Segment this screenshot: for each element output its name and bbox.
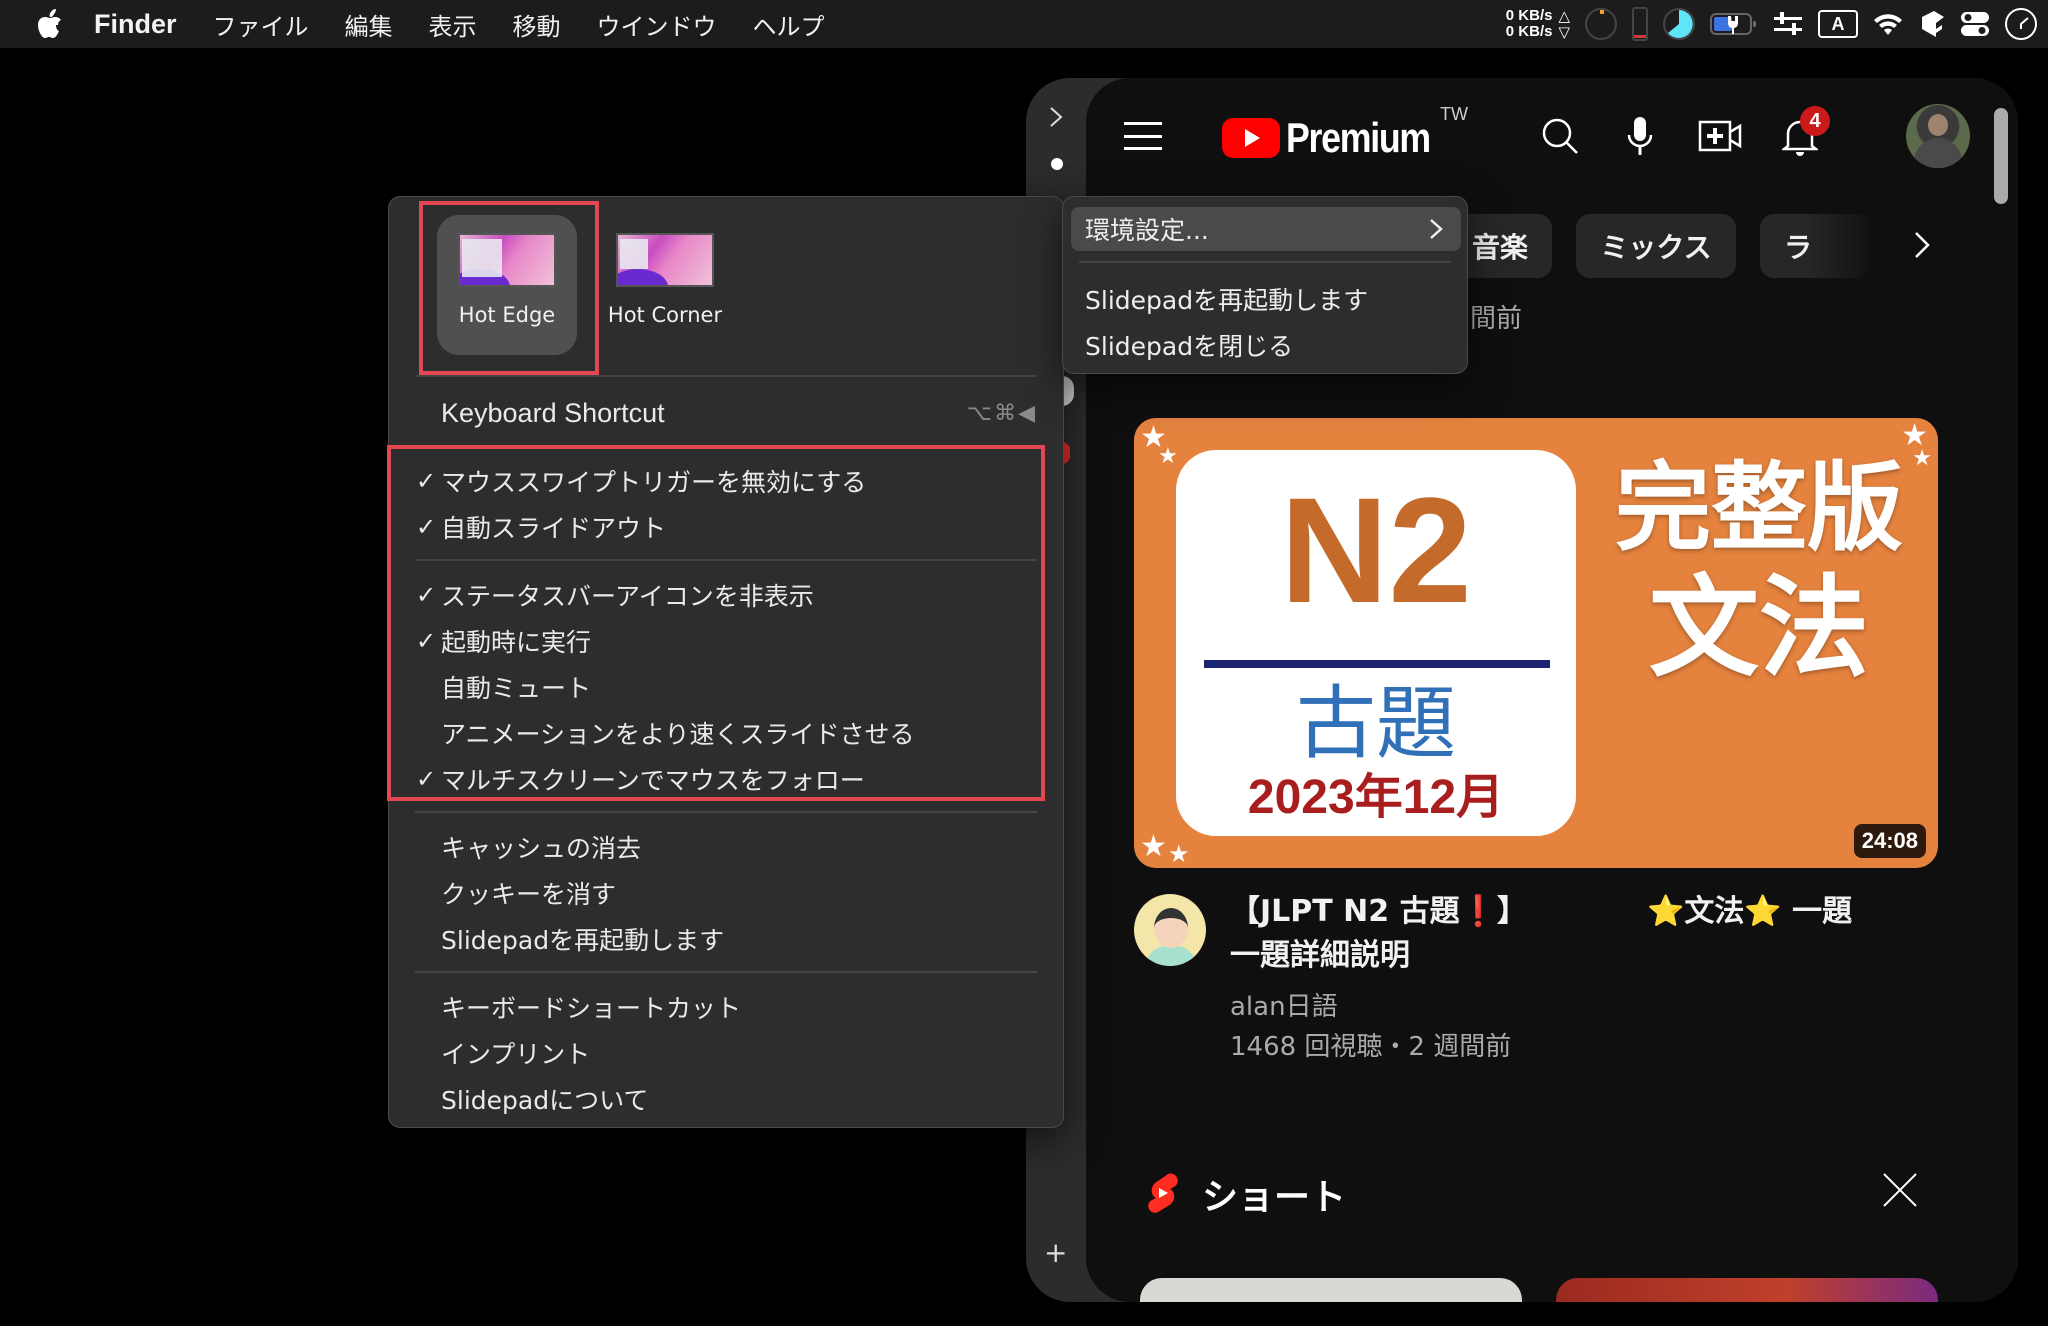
slidepad-context-menu: 環境設定... Slidepadを再起動します Slidepadを閉じる xyxy=(1062,196,1468,374)
separator xyxy=(415,559,1037,561)
menu-help[interactable]: ヘルプ xyxy=(753,7,825,42)
battery-charging-icon[interactable] xyxy=(1710,10,1758,38)
wifi-icon[interactable] xyxy=(1872,11,1904,37)
checkmark-icon: ✓ xyxy=(415,513,437,541)
channel-avatar[interactable] xyxy=(1134,894,1206,966)
create-video-icon[interactable] xyxy=(1696,112,1744,160)
channel-name[interactable]: alan日語 xyxy=(1230,986,1338,1023)
menu-item-clear-cookies[interactable]: クッキーを消す xyxy=(409,871,1043,915)
shorts-label: ショート xyxy=(1202,1177,1347,1218)
checkmark-icon: ✓ xyxy=(415,467,437,495)
net-down-speed: 0 KB/s xyxy=(1505,23,1553,40)
video-thumbnail[interactable]: ★ ★ ★ ★ ★ ★ N2 古題 2023年12月 完整版 文法 24:08 xyxy=(1134,418,1938,868)
menu-item-auto-mute[interactable]: 自動ミュート xyxy=(409,665,1043,709)
thumbnail-card: N2 古題 2023年12月 xyxy=(1176,450,1576,836)
youtube-header: Premium TW 4 xyxy=(1086,78,2018,204)
input-source-icon[interactable]: A xyxy=(1818,10,1858,38)
user-avatar[interactable] xyxy=(1906,104,1970,168)
net-arrows-icon: △ ▽ xyxy=(1558,7,1570,41)
video-duration: 24:08 xyxy=(1853,824,1926,858)
menu-edit[interactable]: 編集 xyxy=(345,7,393,42)
apple-menu-icon[interactable] xyxy=(36,9,64,38)
menu-item-about-slidepad[interactable]: Slidepadについて xyxy=(409,1077,1043,1121)
collapse-chevron-icon[interactable] xyxy=(1048,106,1064,128)
menu-item-faster-animation[interactable]: アニメーションをより速くスライドさせる xyxy=(409,711,1043,755)
partial-video-meta: 間前 xyxy=(1470,304,1523,334)
menu-go[interactable]: 移動 xyxy=(513,7,561,42)
menu-view[interactable]: 表示 xyxy=(429,7,477,42)
memory-bar-icon[interactable] xyxy=(1632,7,1648,41)
menu-item-launch-at-login[interactable]: ✓ 起動時に実行 xyxy=(409,619,1043,663)
menu-item-restart-slidepad[interactable]: Slidepadを再起動します xyxy=(409,917,1043,961)
control-center-icon[interactable] xyxy=(1960,11,1990,37)
net-up-speed: 0 KB/s xyxy=(1505,7,1553,24)
separator xyxy=(1079,261,1451,263)
checkmark-icon: ✓ xyxy=(415,627,437,655)
thumbnail-subtitle: 古題 xyxy=(1296,677,1456,770)
chip-mix[interactable]: ミックス xyxy=(1576,214,1736,278)
checkmark-icon: ✓ xyxy=(415,765,437,793)
separator xyxy=(415,375,1037,377)
logo-word: Premium xyxy=(1286,114,1431,161)
thumbnail-level: N2 xyxy=(1280,466,1472,634)
clock-icon[interactable] xyxy=(2004,7,2038,41)
video-stats: 1468 回視聴・2 週間前 xyxy=(1230,1032,1512,1062)
network-speed[interactable]: 0 KB/s 0 KB/s xyxy=(1506,8,1553,40)
menu-item-clear-cache[interactable]: キャッシュの消去 xyxy=(409,825,1043,869)
menu-item-keyboard-shortcuts[interactable]: キーボードショートカット xyxy=(409,985,1043,1029)
search-icon[interactable] xyxy=(1536,112,1584,160)
short-card[interactable] xyxy=(1556,1278,1938,1302)
disk-pie-icon[interactable] xyxy=(1662,7,1696,41)
notifications-bell-icon[interactable]: 4 xyxy=(1776,106,1830,160)
cpu-ring-icon[interactable] xyxy=(1584,7,1618,41)
checkmark-icon: ✓ xyxy=(415,581,437,609)
submenu-chevron-icon xyxy=(1429,217,1443,239)
menu-item-keyboard-shortcut[interactable]: Keyboard Shortcut ⌥⌘◀ xyxy=(409,391,1043,435)
active-tab-dot-icon[interactable] xyxy=(1051,158,1063,170)
mode-hot-corner[interactable]: Hot Corner xyxy=(595,215,735,355)
menu-item-imprint[interactable]: インプリント xyxy=(409,1031,1043,1075)
shortcut-keys: ⌥⌘◀ xyxy=(966,400,1037,426)
add-tab-icon[interactable]: + xyxy=(1044,1239,1067,1267)
status-area: 0 KB/s 0 KB/s △ ▽ A xyxy=(1506,0,2038,48)
menu-item-restart[interactable]: Slidepadを再起動します xyxy=(1085,279,1368,319)
thumbnail-date: 2023年12月 xyxy=(1247,771,1505,824)
shorts-header: ショート xyxy=(1146,1168,1346,1220)
separator xyxy=(415,971,1037,973)
chips-next-chevron-icon[interactable] xyxy=(1912,230,1932,260)
menu-item-follow-mouse-multiscreen[interactable]: ✓ マルチスクリーンでマウスをフォロー xyxy=(409,757,1043,801)
thumbnail-side-text: 完整版 文法 xyxy=(1615,452,1903,692)
hamburger-menu-icon[interactable] xyxy=(1124,122,1162,150)
region-code: TW xyxy=(1440,104,1468,124)
menu-item-disable-swipe-trigger[interactable]: ✓ マウススワイプトリガーを無効にする xyxy=(409,459,1043,503)
microphone-icon[interactable] xyxy=(1616,112,1664,160)
hot-corner-preview-icon xyxy=(616,233,714,287)
vpn-shield-icon[interactable] xyxy=(1918,9,1946,39)
menu-item-close-slidepad[interactable]: Slidepadを閉じる xyxy=(1085,325,1293,365)
menu-window[interactable]: ウインドウ xyxy=(597,7,717,42)
highlight-box-modes xyxy=(419,201,599,375)
youtube-premium-logo[interactable]: Premium TW xyxy=(1222,104,1468,162)
short-card[interactable] xyxy=(1140,1278,1522,1302)
youtube-play-icon xyxy=(1222,118,1280,158)
chip-fade xyxy=(1806,214,1926,278)
menu-app-finder[interactable]: Finder xyxy=(94,9,177,40)
menu-bar: Finder ファイル 編集 表示 移動 ウインドウ ヘルプ 0 KB/s 0 … xyxy=(0,0,2048,48)
shorts-logo-icon xyxy=(1148,1173,1178,1213)
video-title[interactable]: 【JLPT N2 古題❗】 ⭐文法⭐ 一題 一題詳細説明 xyxy=(1230,890,1930,978)
slidepad-settings-menu: Hot Edge Hot Corner Keyboard Shortcut ⌥⌘… xyxy=(387,196,1064,1128)
separator xyxy=(415,811,1037,813)
close-shorts-icon[interactable] xyxy=(1880,1170,1920,1210)
control-sliders-icon[interactable] xyxy=(1772,10,1804,38)
notification-badge: 4 xyxy=(1800,106,1830,136)
scrollbar[interactable] xyxy=(1994,108,2008,204)
menu-item-hide-status-icon[interactable]: ✓ ステータスバーアイコンを非表示 xyxy=(409,573,1043,617)
menu-item-preferences[interactable]: 環境設定... xyxy=(1071,207,1461,251)
menu-item-auto-slide-out[interactable]: ✓ 自動スライドアウト xyxy=(409,505,1043,549)
menu-file[interactable]: ファイル xyxy=(213,7,309,42)
